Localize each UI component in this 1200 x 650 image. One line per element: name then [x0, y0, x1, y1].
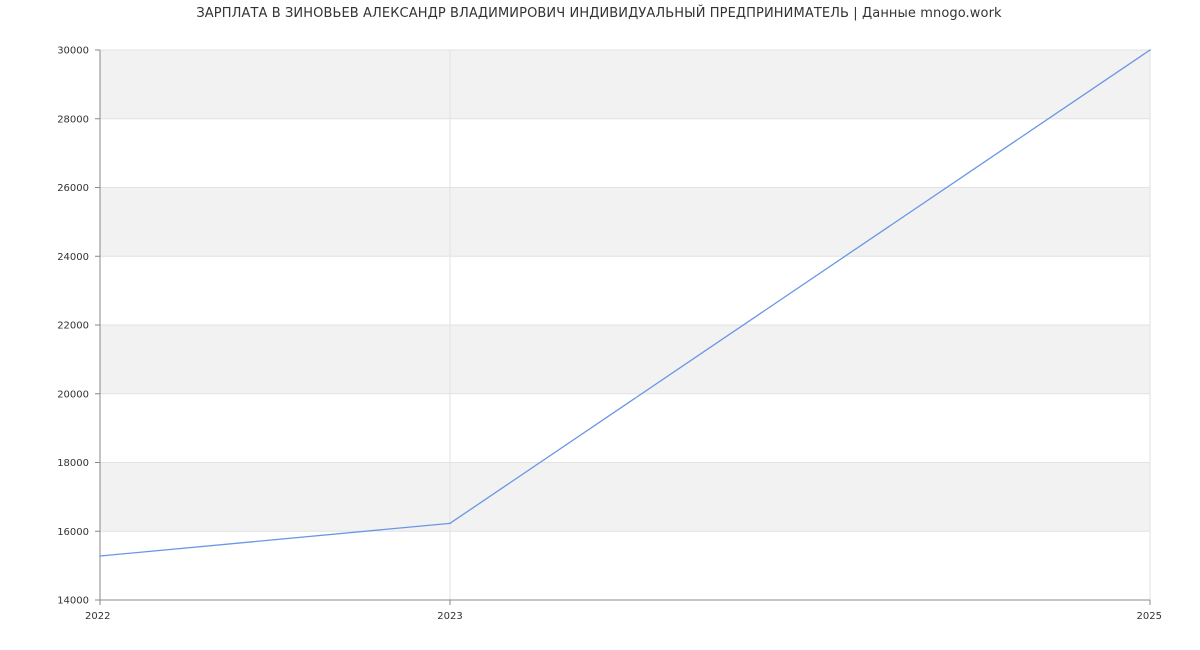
y-tick-label: 16000 [57, 527, 89, 538]
line-chart: 14000 16000 18000 20000 22000 24000 26000 28000… [57, 46, 1162, 623]
chart-container: ЗАРПЛАТА В ЗИНОВЬЕВ АЛЕКСАНДР ВЛАДИМИРОВ… [0, 0, 1200, 650]
data-point [1149, 49, 1151, 51]
y-tick-label: 22000 [57, 321, 89, 332]
data-point [449, 522, 451, 525]
grid-band [100, 462, 1150, 532]
x-tick-label: 2025 [1137, 611, 1162, 622]
y-tick-label: 30000 [57, 46, 89, 57]
grid-band [100, 325, 1150, 394]
grid-band [100, 50, 1150, 119]
y-tick-label: 14000 [57, 596, 89, 607]
x-tick-label: 2022 [85, 611, 110, 622]
y-tick-label: 24000 [57, 252, 89, 263]
y-tick-label: 26000 [57, 183, 89, 194]
x-tick-label: 2023 [437, 611, 462, 622]
y-tick-label: 20000 [57, 389, 89, 400]
y-tick-label: 18000 [57, 458, 89, 469]
data-point [99, 555, 101, 557]
y-tick-label: 28000 [57, 114, 89, 125]
grid-band [100, 187, 1150, 257]
